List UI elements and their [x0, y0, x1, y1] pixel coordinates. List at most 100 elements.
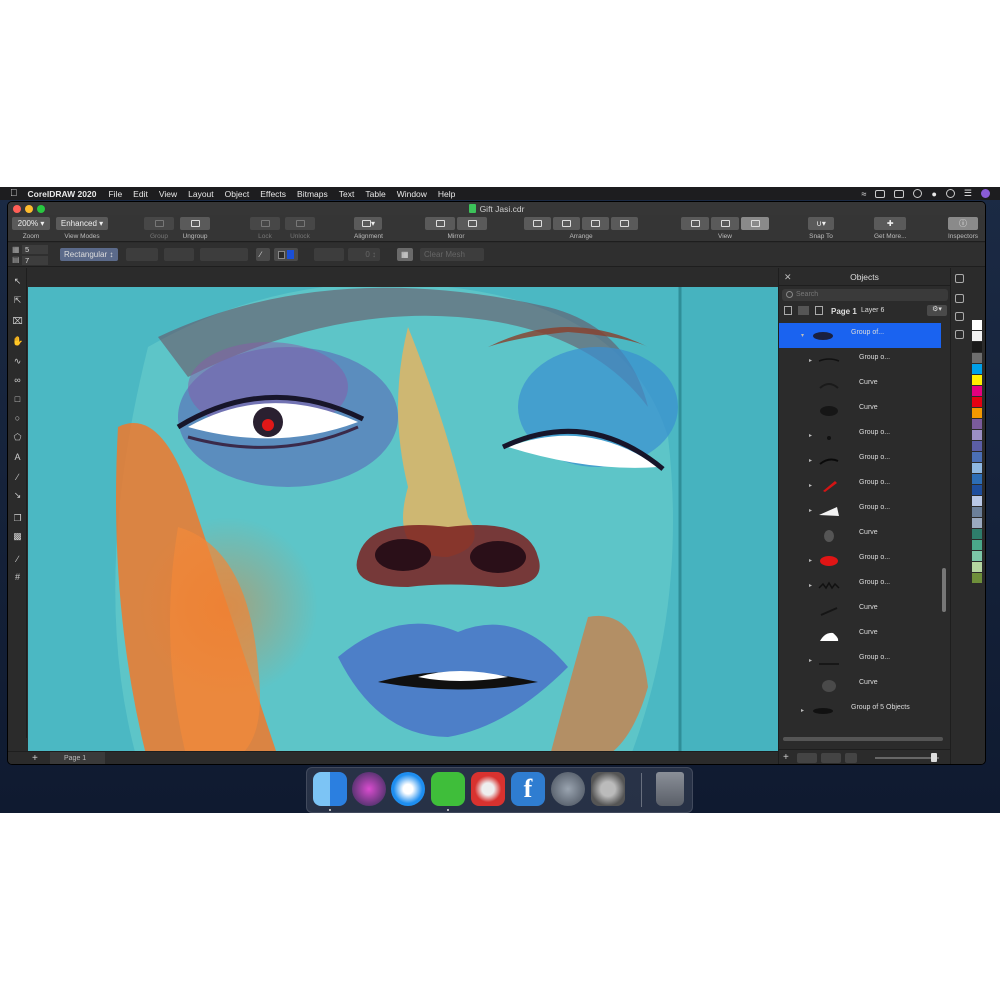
- rectangle-tool-icon[interactable]: □: [12, 394, 23, 405]
- tag-icon[interactable]: [955, 312, 964, 321]
- node-shape-buttons[interactable]: [200, 248, 248, 261]
- to-back-button[interactable]: [553, 217, 580, 230]
- add-page-button[interactable]: +: [32, 753, 38, 764]
- object-row[interactable]: ▸ Group o...: [779, 348, 941, 373]
- user-icon[interactable]: ●: [931, 189, 936, 199]
- palette-swatch[interactable]: [972, 485, 982, 495]
- mesh-color-picker[interactable]: [274, 248, 298, 261]
- palette-swatch[interactable]: [972, 397, 982, 407]
- view-modes-dropdown[interactable]: Enhanced ▾: [56, 217, 108, 230]
- delete-icon[interactable]: [845, 753, 857, 763]
- palette-swatch[interactable]: [972, 342, 982, 352]
- palette-swatch[interactable]: [972, 562, 982, 572]
- expand-arrow-icon[interactable]: ▸: [809, 657, 812, 664]
- system-preferences-icon[interactable]: [591, 772, 625, 806]
- palette-swatch[interactable]: [972, 540, 982, 550]
- document-view-icon[interactable]: [815, 306, 823, 315]
- object-row[interactable]: ▸ Group o...: [779, 548, 941, 573]
- expand-arrow-icon[interactable]: ▸: [809, 457, 812, 464]
- expand-arrow-icon[interactable]: ▸: [809, 482, 812, 489]
- drawing-canvas[interactable]: [28, 287, 778, 763]
- minimize-window-button[interactable]: [25, 205, 33, 213]
- inspectors-button[interactable]: ⓘ: [948, 217, 978, 230]
- freehand-tool-icon[interactable]: ∿: [12, 356, 23, 367]
- object-row[interactable]: ▸ Group o...: [779, 573, 941, 598]
- safari-icon[interactable]: [391, 772, 425, 806]
- control-center-icon[interactable]: ☰: [964, 188, 972, 199]
- object-row[interactable]: Curve: [779, 398, 941, 423]
- merge-layers-icon[interactable]: [821, 753, 841, 763]
- mesh-fill-icon[interactable]: #: [12, 572, 23, 583]
- horizontal-scrollbar[interactable]: [783, 737, 943, 741]
- palette-swatch[interactable]: [972, 375, 982, 385]
- objects-search-input[interactable]: Search: [782, 289, 948, 301]
- menu-window[interactable]: Window: [397, 189, 427, 199]
- pan-tool-icon[interactable]: ✋: [12, 336, 23, 347]
- view-grid-button[interactable]: [711, 217, 739, 230]
- parallel-dimension-icon[interactable]: ∕: [12, 472, 23, 483]
- crop-tool-icon[interactable]: ⌧: [12, 316, 23, 327]
- zoom-dropdown[interactable]: 200% ▾: [12, 217, 50, 230]
- menu-file[interactable]: File: [108, 189, 122, 199]
- font-app-icon[interactable]: f: [511, 772, 545, 806]
- page-name[interactable]: Page 1: [831, 307, 857, 316]
- page-tab[interactable]: Page 1: [50, 752, 105, 764]
- get-more-button[interactable]: ✚: [874, 217, 907, 230]
- comments-icon[interactable]: [955, 294, 964, 303]
- search-icon[interactable]: [945, 189, 955, 198]
- mesh-rows-input[interactable]: 5: [22, 245, 48, 254]
- color-eyedropper-icon[interactable]: ∕: [12, 554, 23, 565]
- layer-options-gear-icon[interactable]: ⚙▾: [927, 305, 947, 316]
- expand-arrow-icon[interactable]: ▸: [809, 357, 812, 364]
- object-row[interactable]: Curve: [779, 373, 941, 398]
- transparency-tool-icon[interactable]: ▩: [12, 531, 23, 542]
- object-row[interactable]: ▸ Group o...: [779, 498, 941, 523]
- menu-edit[interactable]: Edit: [133, 189, 148, 199]
- alignment-dropdown[interactable]: ▾: [354, 217, 383, 230]
- palette-swatch[interactable]: [972, 452, 982, 462]
- menu-view[interactable]: View: [159, 189, 177, 199]
- mirror-vertical-button[interactable]: [457, 217, 487, 230]
- palette-swatch[interactable]: [972, 419, 982, 429]
- view-normal-button[interactable]: [681, 217, 709, 230]
- palette-swatch[interactable]: [972, 573, 982, 583]
- photo-booth-icon[interactable]: [471, 772, 505, 806]
- expand-arrow-icon[interactable]: ▾: [801, 332, 804, 339]
- drop-shadow-icon[interactable]: ❐: [12, 513, 23, 524]
- transparency-input[interactable]: 0 ↕: [348, 248, 380, 261]
- object-row[interactable]: Curve: [779, 623, 941, 648]
- objects-docker-icon[interactable]: [955, 274, 964, 283]
- object-row[interactable]: ▸ Group of 5 Objects: [779, 698, 941, 723]
- palette-swatch[interactable]: [972, 386, 982, 396]
- object-row[interactable]: ▸ Group o...: [779, 473, 941, 498]
- object-row[interactable]: ▾ Group of...: [779, 323, 941, 348]
- palette-swatch[interactable]: [972, 408, 982, 418]
- palette-swatch[interactable]: [972, 474, 982, 484]
- palette-swatch[interactable]: [972, 441, 982, 451]
- object-row[interactable]: ▸ Group o...: [779, 648, 941, 673]
- palette-swatch[interactable]: [972, 353, 982, 363]
- object-row[interactable]: ▸ Group o...: [779, 448, 941, 473]
- unlock-button[interactable]: [285, 217, 315, 230]
- menu-bitmaps[interactable]: Bitmaps: [297, 189, 328, 199]
- artistic-media-icon[interactable]: ∞: [12, 375, 23, 386]
- mirror-horizontal-button[interactable]: [425, 217, 455, 230]
- polygon-tool-icon[interactable]: ⬠: [12, 432, 23, 443]
- siri-icon[interactable]: [981, 189, 990, 198]
- shape-tool-icon[interactable]: ⇱: [12, 295, 23, 306]
- close-icon[interactable]: ✕: [784, 272, 792, 283]
- object-row[interactable]: ▸ Group o...: [779, 423, 941, 448]
- group-button[interactable]: [144, 217, 174, 230]
- forward-one-button[interactable]: [582, 217, 609, 230]
- apple-icon[interactable]: : [10, 188, 18, 199]
- text-tool-icon[interactable]: A: [12, 452, 23, 463]
- transparency-slider[interactable]: [314, 248, 344, 261]
- palette-swatch[interactable]: [972, 496, 982, 506]
- page-icon[interactable]: [784, 306, 792, 315]
- new-master-layer-icon[interactable]: [797, 753, 817, 763]
- expand-arrow-icon[interactable]: ▸: [809, 432, 812, 439]
- airplay-icon[interactable]: [875, 189, 886, 198]
- eyedropper-button[interactable]: ∕: [256, 248, 270, 261]
- properties-icon[interactable]: [955, 330, 964, 339]
- palette-swatch[interactable]: [972, 430, 982, 440]
